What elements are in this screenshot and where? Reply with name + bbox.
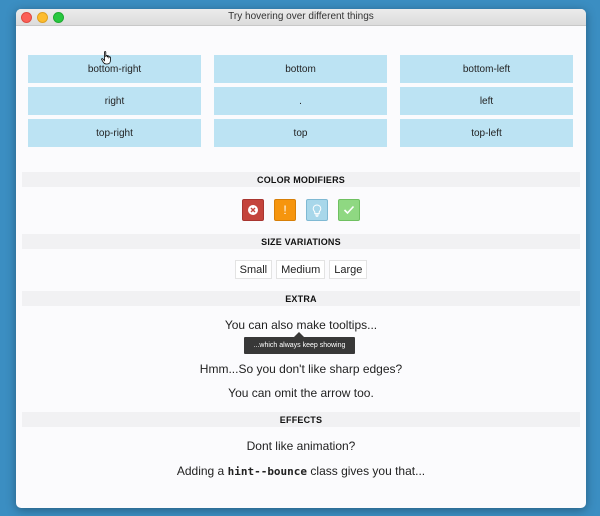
no-arrow-tooltip-text[interactable]: You can omit the arrow too. <box>16 386 586 400</box>
bounce-text-prefix: Adding a <box>176 464 228 478</box>
window-title: Try hovering over different things <box>228 11 374 22</box>
position-button-bottom-right[interactable]: bottom-right <box>28 55 201 83</box>
info-button[interactable] <box>306 199 328 221</box>
position-button-top-left[interactable]: top-left <box>400 119 573 147</box>
x-circle-icon <box>248 205 258 215</box>
position-button-right[interactable]: right <box>28 87 201 115</box>
bounce-effect-text[interactable]: Adding a hint--bounce class gives you th… <box>16 464 586 478</box>
size-button-medium[interactable]: Medium <box>276 260 326 279</box>
position-grid: bottom-right bottom bottom-left right . … <box>28 55 574 147</box>
no-animation-text[interactable]: Dont like animation? <box>16 439 586 453</box>
position-button-bottom[interactable]: bottom <box>214 55 387 83</box>
section-header-size-variations: SIZE VARIATIONS <box>22 234 580 249</box>
check-icon <box>343 205 355 215</box>
size-button-small[interactable]: Small <box>234 260 273 279</box>
lightbulb-icon <box>312 203 322 217</box>
bounce-text-suffix: class gives you that... <box>307 464 426 478</box>
position-button-left[interactable]: left <box>400 87 573 115</box>
position-button-top-right[interactable]: top-right <box>28 119 201 147</box>
warning-button[interactable]: ! <box>274 199 296 221</box>
tooltip: ...which always keep showing <box>244 337 355 354</box>
success-button[interactable] <box>338 199 360 221</box>
rounded-tooltip-text[interactable]: Hmm...So you don't like sharp edges? <box>16 362 586 376</box>
section-header-effects: EFFECTS <box>22 412 580 427</box>
exclamation-icon: ! <box>283 203 287 217</box>
color-modifier-buttons: ! <box>16 199 586 221</box>
always-show-tooltip-text[interactable]: You can also make tooltips... <box>16 318 586 332</box>
error-button[interactable] <box>242 199 264 221</box>
title-bar: Try hovering over different things <box>16 9 586 26</box>
position-button-center[interactable]: . <box>214 87 387 115</box>
position-button-bottom-left[interactable]: bottom-left <box>400 55 573 83</box>
section-header-extra: EXTRA <box>22 291 580 306</box>
size-button-large[interactable]: Large <box>329 260 368 279</box>
bounce-class-code: hint--bounce <box>227 465 308 478</box>
section-header-color-modifiers: COLOR MODIFIERS <box>22 172 580 187</box>
app-window: Try hovering over different things botto… <box>16 9 586 508</box>
position-button-top[interactable]: top <box>214 119 387 147</box>
hand-cursor-icon <box>101 51 111 65</box>
size-variation-buttons: Small Medium Large <box>16 260 586 279</box>
